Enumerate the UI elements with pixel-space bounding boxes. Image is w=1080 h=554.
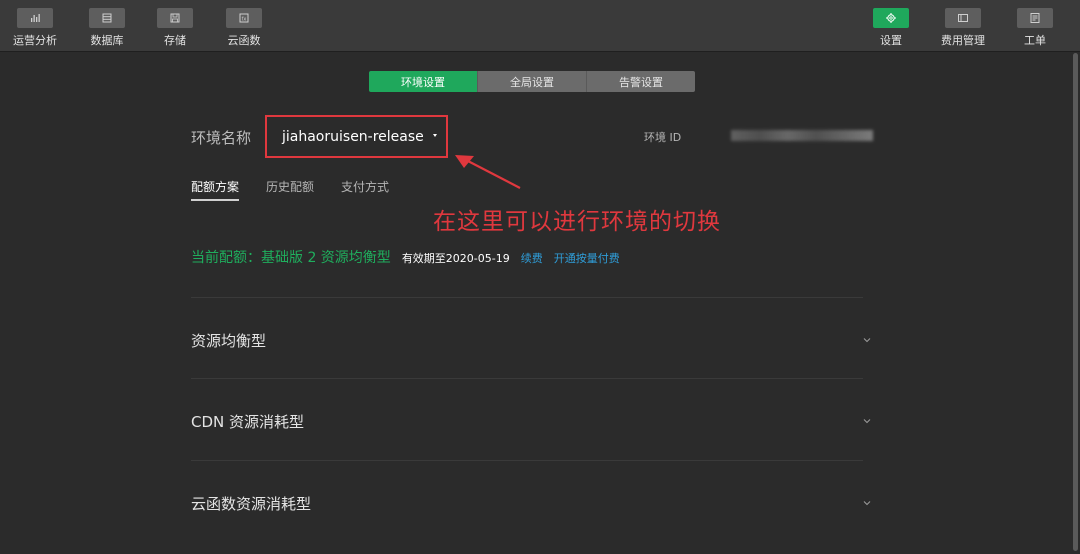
toolbar-database[interactable]: 数据库 [89,0,125,52]
toolbar-billing[interactable]: 费用管理 [941,0,985,52]
tab-global-settings[interactable]: 全局设置 [478,71,587,92]
env-id-label: 环境 ID [644,131,682,144]
cloud-console: 运营分析 数据库 存储 fx 云函数 设置 费用管理 工单 环境设置 全局设置 … [0,0,1080,554]
chevron-down-icon [863,338,871,343]
chevron-down-icon [863,501,871,506]
section-title: 云函数资源消耗型 [191,494,312,513]
tab-env-settings[interactable]: 环境设置 [369,71,478,92]
subtab-payment-method[interactable]: 支付方式 [341,178,389,201]
toolbar-storage[interactable]: 存储 [157,0,193,52]
bar-chart-icon [17,8,53,28]
env-select-value: jiahaoruisen-release [282,128,424,145]
save-icon [157,8,193,28]
function-icon: fx [226,8,262,28]
divider [191,460,863,461]
toolbar-functions[interactable]: fx 云函数 [226,0,262,52]
gear-icon [873,8,909,28]
annotation-text: 在这里可以进行环境的切换 [433,209,721,235]
database-icon [89,8,125,28]
pay-as-you-go-link[interactable]: 开通按量付费 [554,250,620,266]
tab-alert-settings[interactable]: 告警设置 [587,71,695,92]
quota-subtabs: 配额方案 历史配额 支付方式 [191,178,416,201]
svg-text:fx: fx [242,17,247,23]
toolbar-analytics-label: 运营分析 [13,34,57,47]
divider [191,378,863,379]
current-plan: 当前配额：基础版 2 资源均衡型 [191,250,391,266]
toolbar-settings[interactable]: 设置 [873,0,909,52]
subtab-quota-history[interactable]: 历史配额 [266,178,314,201]
env-select[interactable]: jiahaoruisen-release [265,115,448,158]
toolbar-settings-label: 设置 [880,34,902,47]
plan-expire-date: 有效期至2020-05-19 [401,252,510,265]
subtab-quota-plan[interactable]: 配额方案 [191,178,240,201]
section-title: 资源均衡型 [191,331,267,350]
plan-row: 当前配额：基础版 2 资源均衡型 有效期至2020-05-19 续费 开通按量付… [191,247,620,267]
toolbar-tickets-label: 工单 [1024,34,1046,47]
annotation-arrow-icon [455,155,521,189]
section-cdn[interactable]: CDN 资源消耗型 [191,401,876,441]
section-cloud-functions[interactable]: 云函数资源消耗型 [191,483,876,523]
toolbar-tickets[interactable]: 工单 [1017,0,1053,52]
ticket-icon [1017,8,1053,28]
renew-link[interactable]: 续费 [521,250,543,266]
env-name-label: 环境名称 [191,129,252,147]
chevron-down-icon [863,419,871,424]
env-id-value-redacted [731,130,873,141]
section-balanced[interactable]: 资源均衡型 [191,320,876,360]
scrollbar-thumb[interactable] [1073,53,1078,551]
toolbar-database-label: 数据库 [90,34,124,47]
top-toolbar: 运营分析 数据库 存储 fx 云函数 设置 费用管理 工单 [0,0,1080,52]
divider [191,297,863,298]
toolbar-analytics[interactable]: 运营分析 [13,0,57,52]
caret-down-icon [432,134,437,137]
billing-icon [945,8,981,28]
toolbar-functions-label: 云函数 [227,34,261,47]
toolbar-storage-label: 存储 [164,34,186,47]
toolbar-billing-label: 费用管理 [941,34,985,47]
section-title: CDN 资源消耗型 [191,412,305,431]
settings-tabs: 环境设置 全局设置 告警设置 [369,71,695,92]
